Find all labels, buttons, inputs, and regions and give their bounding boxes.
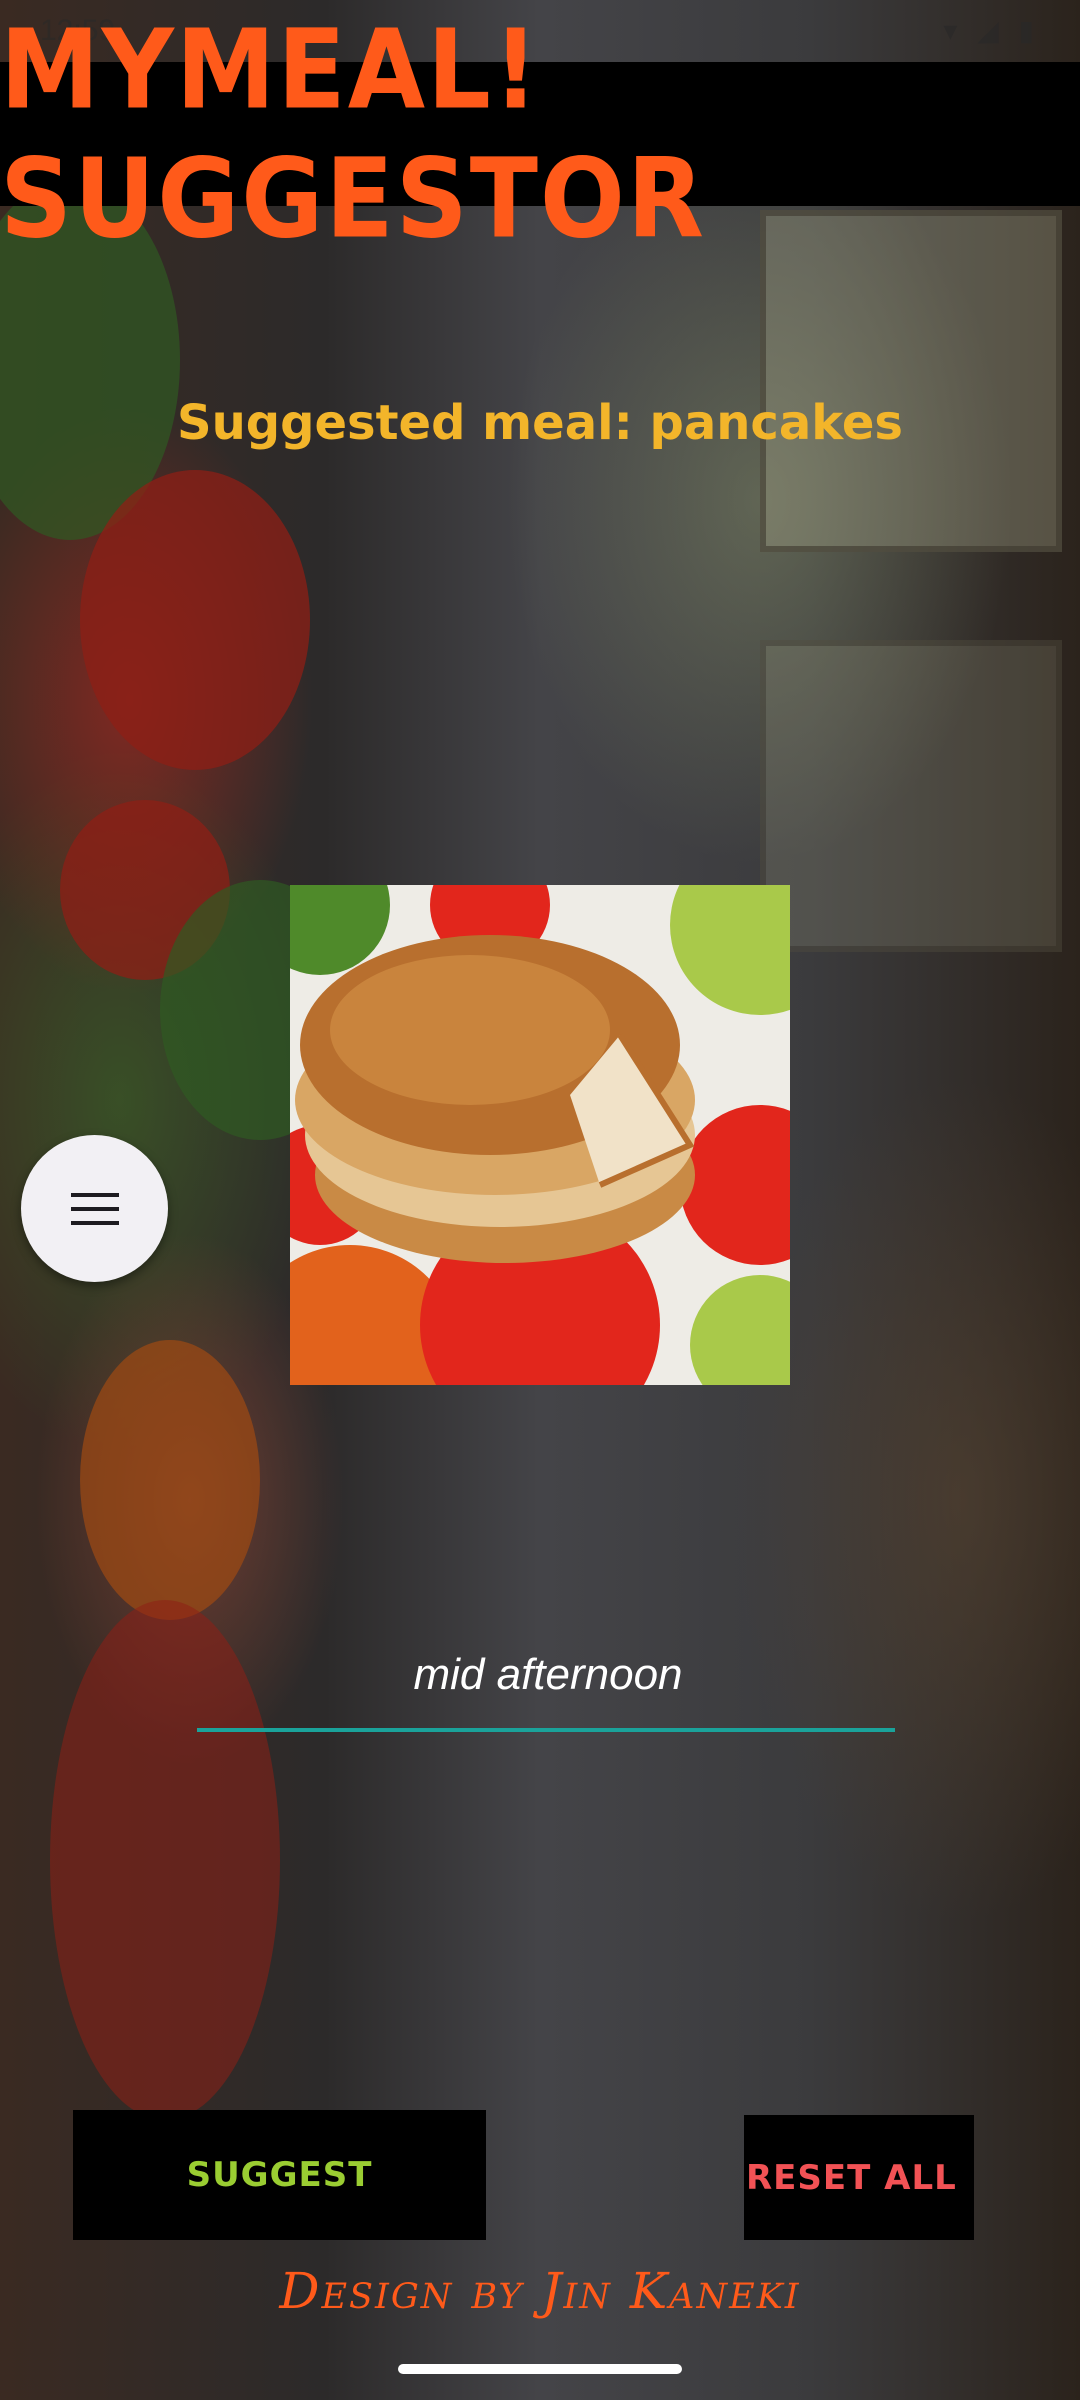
background-window — [760, 640, 1062, 952]
background-pepper — [80, 470, 310, 770]
reset-all-button[interactable]: RESET ALL — [744, 2115, 974, 2240]
pancakes-image — [290, 885, 790, 1385]
designer-credit: Design by Jin Kaneki — [279, 2262, 801, 2320]
time-of-day-input[interactable] — [197, 1620, 899, 1730]
gesture-nav-handle[interactable] — [398, 2364, 682, 2374]
hamburger-menu-icon — [70, 1192, 119, 1225]
meal-image — [290, 885, 790, 1385]
suggest-button[interactable]: SUGGEST — [73, 2110, 486, 2240]
app-title: MYMEAL! SUGGESTOR — [0, 5, 706, 263]
app-screen: 12:59 ▾ ◢ ▮ MYMEAL! SUGGESTOR Suggested … — [0, 0, 1080, 2400]
background-carrots — [80, 1340, 260, 1620]
time-of-day-field — [197, 1620, 899, 1732]
menu-button[interactable] — [21, 1135, 168, 1282]
app-title-bar: MYMEAL! SUGGESTOR — [0, 5, 1080, 263]
suggested-meal-text: Suggested meal: pancakes — [177, 395, 903, 451]
